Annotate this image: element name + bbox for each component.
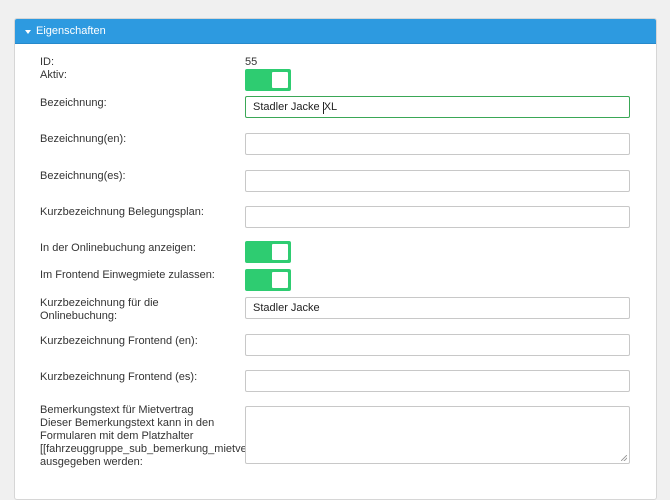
resize-handle-icon[interactable] [621, 455, 627, 461]
kurzbezeichnung-online-label-line1: Kurzbezeichnung für die [40, 297, 159, 309]
bemerkungstext-label-line3: Formularen mit dem Platzhalter [40, 430, 194, 442]
bezeichnung-value-start: Stadler Jacke [253, 101, 323, 113]
online-anzeigen-toggle[interactable] [245, 241, 291, 263]
toggle-knob [272, 72, 288, 88]
kurzbezeichnung-belegungsplan-input[interactable] [245, 206, 630, 228]
panel-title: Eigenschaften [36, 25, 106, 37]
frontend-es-input[interactable] [245, 370, 630, 392]
aktiv-label: Aktiv: [40, 69, 67, 81]
bezeichnung-value-end: XL [323, 101, 338, 113]
aktiv-toggle[interactable] [245, 69, 291, 91]
bezeichnung-es-label: Bezeichnung(es): [40, 170, 126, 182]
bemerkungstext-label-line5: ausgegeben werden: [40, 456, 143, 468]
bemerkungstext-label: Bemerkungstext für Mietvertrag Dieser Be… [40, 404, 245, 469]
bezeichnung-en-input[interactable] [245, 133, 630, 155]
properties-panel: Eigenschaften ID: 55 Aktiv: Bezeichnung:… [14, 18, 657, 500]
kurzbezeichnung-online-label-line2: Onlinebuchung: [40, 310, 118, 322]
einwegmiete-label: Im Frontend Einwegmiete zulassen: [40, 269, 215, 281]
bezeichnung-label: Bezeichnung: [40, 97, 107, 109]
bemerkungstext-label-line4: [[fahrzeuggruppe_sub_bemerkung_mietvertr… [40, 443, 245, 455]
bemerkungstext-label-line1: Bemerkungstext für Mietvertrag [40, 404, 194, 416]
caret-down-icon [25, 29, 31, 34]
toggle-knob [272, 272, 288, 288]
frontend-en-input[interactable] [245, 334, 630, 356]
bezeichnung-es-input[interactable] [245, 170, 630, 192]
id-label: ID: [40, 56, 55, 68]
bezeichnung-en-label: Bezeichnung(en): [40, 133, 127, 145]
toggle-knob [272, 244, 288, 260]
einwegmiete-toggle[interactable] [245, 269, 291, 291]
bemerkungstext-textarea[interactable] [245, 406, 630, 464]
panel-header[interactable]: Eigenschaften [15, 19, 656, 44]
frontend-es-label: Kurzbezeichnung Frontend (es): [40, 371, 198, 383]
id-value: 55 [245, 56, 258, 68]
online-anzeigen-label: In der Onlinebuchung anzeigen: [40, 242, 196, 254]
bemerkungstext-label-line2: Dieser Bemerkungstext kann in den [40, 417, 215, 429]
kurzbezeichnung-online-label: Kurzbezeichnung für die Onlinebuchung: [40, 297, 159, 323]
frontend-en-label: Kurzbezeichnung Frontend (en): [40, 335, 198, 347]
bezeichnung-input[interactable]: Stadler Jacke XL [245, 96, 630, 118]
kurzbezeichnung-online-input[interactable]: Stadler Jacke [245, 297, 630, 319]
kurzbezeichnung-belegungsplan-label: Kurzbezeichnung Belegungsplan: [40, 206, 204, 218]
